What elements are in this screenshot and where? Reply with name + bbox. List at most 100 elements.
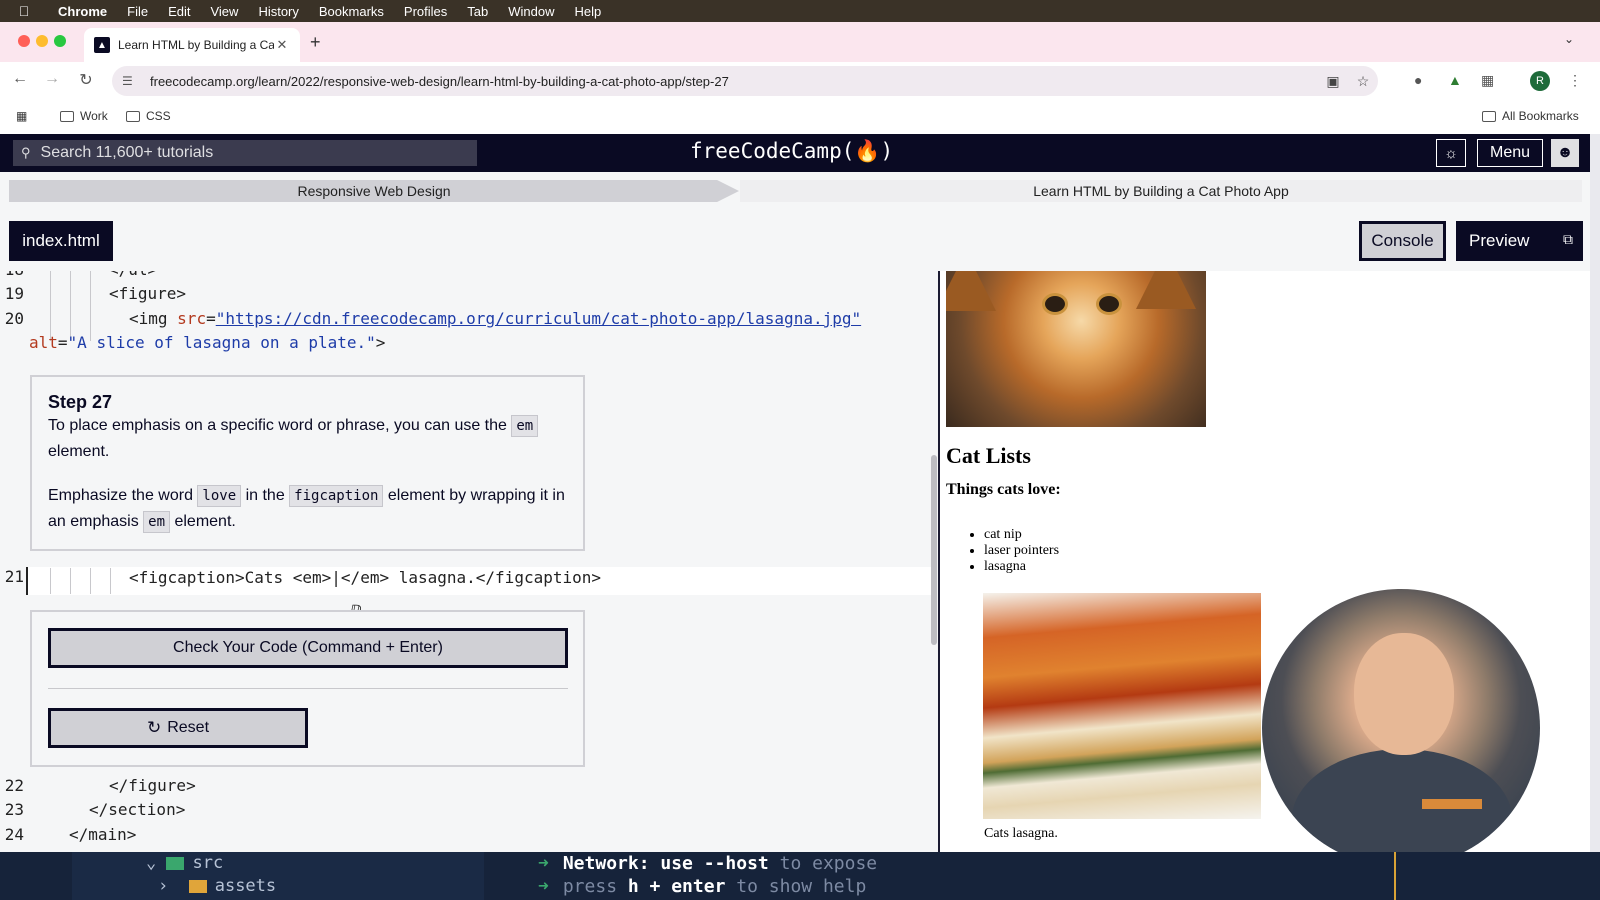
chrome-menu-icon[interactable]: ⋮ bbox=[1568, 72, 1582, 89]
menu-view[interactable]: View bbox=[200, 4, 248, 19]
code-line-21[interactable]: <figcaption>Cats <em>|</em> lasagna.</fi… bbox=[129, 568, 601, 587]
search-placeholder: Search 11,600+ tutorials bbox=[40, 144, 214, 161]
arrow-icon: ➜ bbox=[538, 853, 549, 874]
preview-pane: Cat Lists Things cats love: cat nip lase… bbox=[940, 271, 1590, 852]
menu-bookmarks[interactable]: Bookmarks bbox=[309, 4, 394, 19]
webcam-stripe bbox=[1422, 799, 1482, 809]
user-avatar-icon[interactable]: ☻ bbox=[1551, 139, 1579, 167]
indent-guide bbox=[50, 271, 51, 341]
browser-toolbar: ← → ↻ ☰ freecodecamp.org/learn/2022/resp… bbox=[0, 62, 1600, 100]
code-chip: figcaption bbox=[289, 485, 384, 507]
webcam-overlay bbox=[1262, 589, 1540, 852]
menu-tab[interactable]: Tab bbox=[457, 4, 498, 19]
code-line-22[interactable]: </figure> bbox=[109, 776, 196, 795]
search-input[interactable]: ⚲ Search 11,600+ tutorials bbox=[13, 140, 477, 166]
line-number: 22 bbox=[4, 776, 24, 795]
list-item: cat nip bbox=[984, 527, 1059, 543]
preview-list: cat nip laser pointers lasagna bbox=[984, 527, 1059, 575]
tree-item-assets[interactable]: › assets bbox=[158, 876, 276, 896]
folder-icon bbox=[1482, 110, 1496, 122]
cat-ear bbox=[1136, 271, 1196, 309]
folder-icon bbox=[188, 879, 207, 893]
os-menu-bar:  Chrome File Edit View History Bookmark… bbox=[0, 0, 1600, 22]
bookmark-folder-css[interactable]: CSS bbox=[126, 109, 171, 123]
folder-icon bbox=[166, 856, 185, 870]
code-link[interactable]: "https://cdn.freecodecamp.org/curriculum… bbox=[216, 309, 861, 328]
line-number: 21 bbox=[4, 567, 24, 586]
new-tab-button[interactable]: + bbox=[310, 32, 321, 53]
zoom-window-button[interactable] bbox=[54, 35, 66, 47]
menu-button[interactable]: Menu bbox=[1477, 139, 1543, 167]
file-explorer bbox=[72, 852, 484, 900]
reload-icon[interactable]: ↻ bbox=[75, 70, 97, 90]
back-icon[interactable]: ← bbox=[9, 70, 31, 88]
action-panel: Check Your Code (Command + Enter) ↻ Rese… bbox=[30, 610, 585, 767]
extension-tree-icon[interactable]: ▲ bbox=[1448, 72, 1462, 88]
address-bar[interactable]: ☰ freecodecamp.org/learn/2022/responsive… bbox=[112, 66, 1378, 96]
window-edge bbox=[1590, 134, 1600, 852]
menu-edit[interactable]: Edit bbox=[158, 4, 200, 19]
menu-chrome[interactable]: Chrome bbox=[48, 4, 117, 19]
code-chip: love bbox=[197, 485, 242, 507]
code-chip: em bbox=[511, 415, 539, 437]
language-globe-icon[interactable]: ☼ bbox=[1436, 139, 1466, 167]
close-tab-icon[interactable]: ✕ bbox=[274, 37, 290, 53]
forward-icon[interactable]: → bbox=[41, 70, 63, 88]
background-editor-terminal: ⌄ src › assets ➜ Network: use --host to e… bbox=[0, 852, 1600, 900]
terminal-line: ➜ Network: use --host to expose bbox=[538, 853, 878, 874]
code-line-24[interactable]: </main> bbox=[69, 825, 136, 844]
tab-search-icon[interactable]: ⌄ bbox=[1564, 32, 1574, 46]
preview-button[interactable]: Preview ⧉ bbox=[1456, 221, 1583, 261]
fcc-navbar: ⚲ Search 11,600+ tutorials freeCodeCamp(… bbox=[0, 134, 1590, 172]
indent-guide bbox=[90, 568, 91, 594]
preview-subheading: Things cats love: bbox=[946, 481, 1061, 498]
menu-help[interactable]: Help bbox=[565, 4, 612, 19]
terminal-divider bbox=[1394, 852, 1396, 900]
bookmark-folder-work[interactable]: Work bbox=[60, 109, 108, 123]
menu-history[interactable]: History bbox=[248, 4, 308, 19]
cat-photo bbox=[946, 271, 1206, 427]
code-line-20[interactable]: <img src="https://cdn.freecodecamp.org/c… bbox=[129, 309, 861, 328]
browser-tab[interactable]: ▲ Learn HTML by Building a Ca ✕ bbox=[84, 28, 300, 62]
bookmark-star-icon[interactable]: ☆ bbox=[1348, 73, 1378, 90]
indent-guide bbox=[70, 568, 71, 594]
breadcrumb-section[interactable]: Responsive Web Design bbox=[9, 180, 739, 202]
minimize-window-button[interactable] bbox=[36, 35, 48, 47]
folder-icon bbox=[60, 110, 74, 122]
menu-profiles[interactable]: Profiles bbox=[394, 4, 457, 19]
menu-window[interactable]: Window bbox=[498, 4, 564, 19]
file-tab-index-html[interactable]: index.html bbox=[9, 221, 113, 261]
extension-bug-icon[interactable]: ● bbox=[1414, 72, 1422, 88]
extensions-puzzle-icon[interactable]: ▦ bbox=[1481, 72, 1494, 89]
code-line-18[interactable]: </ul> bbox=[109, 271, 157, 279]
code-line-23[interactable]: </section> bbox=[89, 800, 185, 819]
line-number: 23 bbox=[4, 800, 24, 819]
all-bookmarks[interactable]: All Bookmarks bbox=[1482, 109, 1579, 123]
close-window-button[interactable] bbox=[18, 35, 30, 47]
site-settings-icon[interactable]: ☰ bbox=[122, 74, 140, 88]
profile-avatar[interactable]: R bbox=[1530, 71, 1550, 91]
breadcrumb-project[interactable]: Learn HTML by Building a Cat Photo App bbox=[740, 180, 1582, 202]
scrollbar-thumb[interactable] bbox=[931, 455, 937, 645]
check-code-button[interactable]: Check Your Code (Command + Enter) bbox=[48, 628, 568, 668]
code-line-20-wrap[interactable]: alt="A slice of lasagna on a plate."> bbox=[29, 333, 385, 352]
code-editor[interactable]: 18 </ul> 19 <figure> 20 <img src="https:… bbox=[0, 271, 938, 852]
bookmarks-bar: ▦ Work CSS All Bookmarks bbox=[0, 100, 1600, 134]
code-line-19[interactable]: <figure> bbox=[109, 284, 186, 303]
popout-icon[interactable]: ⧉ bbox=[1563, 231, 1573, 248]
code-chip: em bbox=[143, 511, 171, 533]
preview-label: Preview bbox=[1469, 231, 1530, 250]
reset-button[interactable]: ↻ Reset bbox=[48, 708, 308, 748]
console-button[interactable]: Console bbox=[1359, 221, 1446, 261]
menu-file[interactable]: File bbox=[117, 4, 158, 19]
editor-scrollbar[interactable] bbox=[931, 275, 937, 850]
apple-logo-icon[interactable]:  bbox=[0, 3, 48, 19]
install-app-icon[interactable]: ▣ bbox=[1318, 73, 1348, 90]
apps-grid-icon[interactable]: ▦ bbox=[16, 109, 27, 123]
browser-chrome: ▲ Learn HTML by Building a Ca ✕ + ⌄ ← → … bbox=[0, 22, 1600, 134]
folder-icon bbox=[126, 110, 140, 122]
line-number: 20 bbox=[4, 309, 24, 328]
url-text[interactable]: freecodecamp.org/learn/2022/responsive-w… bbox=[150, 74, 1318, 89]
fcc-logo[interactable]: freeCodeCamp(🔥) bbox=[690, 139, 893, 164]
tree-item-src[interactable]: ⌄ src bbox=[146, 853, 223, 873]
